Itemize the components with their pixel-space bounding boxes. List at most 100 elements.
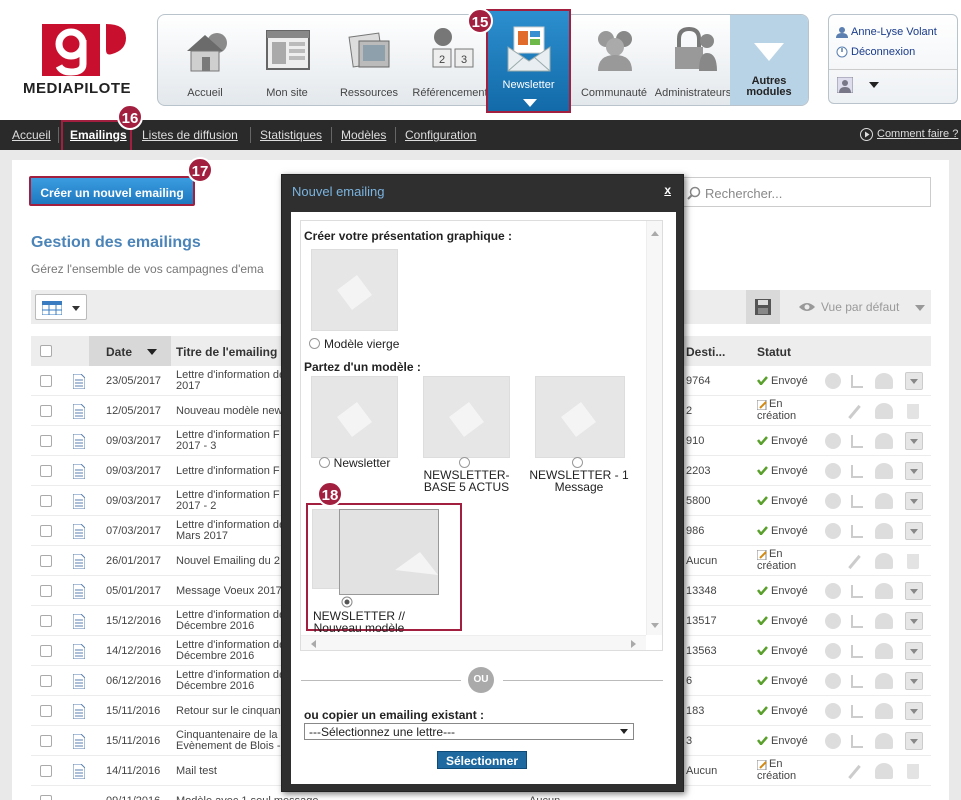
test-send-icon[interactable]	[875, 613, 893, 629]
row-title[interactable]: Nouvel Emailing du 2	[176, 555, 281, 567]
more-actions-dropdown[interactable]	[905, 492, 923, 510]
row-checkbox[interactable]	[40, 435, 52, 447]
blank-model-option[interactable]: Modèle vierge	[309, 338, 429, 350]
test-send-icon[interactable]	[875, 673, 893, 689]
row-title-line2[interactable]: 2017	[176, 380, 281, 392]
document-icon[interactable]	[72, 643, 86, 660]
model-thumbnail-base5[interactable]	[423, 376, 510, 458]
row-title-line2[interactable]: Décembre 2016	[176, 620, 281, 632]
test-send-icon[interactable]	[875, 583, 893, 599]
document-icon[interactable]	[72, 703, 86, 720]
document-icon[interactable]	[72, 673, 86, 690]
document-icon[interactable]	[72, 373, 86, 390]
document-icon[interactable]	[72, 403, 86, 420]
test-send-icon[interactable]	[875, 553, 893, 569]
row-checkbox[interactable]	[40, 495, 52, 507]
module-newsletter[interactable]: Newsletter	[486, 9, 571, 113]
gallery-horizontal-scrollbar[interactable]	[301, 635, 646, 650]
sort-desc-icon[interactable]	[147, 349, 157, 355]
edit-pencil-icon[interactable]	[848, 404, 861, 420]
nav-accueil[interactable]: Accueil	[12, 128, 51, 142]
test-send-icon[interactable]	[875, 463, 893, 479]
info-icon[interactable]	[825, 523, 841, 539]
row-title-line2[interactable]: 2017 - 2	[176, 500, 281, 512]
view-selector[interactable]: Vue par défaut	[791, 290, 931, 324]
module-communaute[interactable]: Communauté	[573, 15, 655, 107]
row-checkbox[interactable]	[40, 705, 52, 717]
stats-icon[interactable]	[851, 645, 863, 658]
row-checkbox[interactable]	[40, 555, 52, 567]
test-send-icon[interactable]	[875, 643, 893, 659]
row-title[interactable]: Retour sur le cinquan	[176, 705, 281, 717]
nav-listes-de-diffusion[interactable]: Listes de diffusion	[142, 128, 238, 142]
model-thumbnail-nouveau[interactable]	[339, 509, 439, 595]
document-icon[interactable]	[72, 583, 86, 600]
mediapilote-logo[interactable]: MEDIAPILOTE	[14, 20, 140, 106]
radio-button[interactable]	[459, 457, 470, 468]
test-send-icon[interactable]	[875, 703, 893, 719]
row-checkbox[interactable]	[40, 615, 52, 627]
template-gallery[interactable]: Créer votre présentation graphique : Mod…	[300, 220, 663, 651]
model-option-newsletter[interactable]: Newsletter	[311, 457, 398, 469]
chevron-down-icon[interactable]	[869, 82, 879, 88]
row-title-line2[interactable]: Décembre 2016	[176, 650, 281, 662]
more-actions-dropdown[interactable]	[905, 462, 923, 480]
more-actions-dropdown[interactable]	[905, 672, 923, 690]
trash-icon[interactable]	[907, 404, 919, 419]
save-view-button[interactable]	[746, 290, 780, 324]
document-icon[interactable]	[72, 553, 86, 570]
row-checkbox[interactable]	[40, 735, 52, 747]
trash-icon[interactable]	[907, 554, 919, 569]
avatar-icon[interactable]	[837, 77, 853, 93]
more-actions-dropdown[interactable]	[905, 522, 923, 540]
stats-icon[interactable]	[851, 585, 863, 598]
radio-button[interactable]	[318, 457, 330, 468]
model-thumbnail-newsletter[interactable]	[311, 376, 398, 458]
document-icon[interactable]	[72, 613, 86, 630]
test-send-icon[interactable]	[875, 403, 893, 419]
row-checkbox[interactable]	[40, 645, 52, 657]
row-checkbox[interactable]	[40, 585, 52, 597]
info-icon[interactable]	[825, 703, 841, 719]
more-actions-dropdown[interactable]	[905, 612, 923, 630]
module-administrateurs[interactable]: Administrateurs	[650, 15, 736, 107]
info-icon[interactable]	[825, 583, 841, 599]
stats-icon[interactable]	[851, 465, 863, 478]
stats-icon[interactable]	[851, 705, 863, 718]
row-title[interactable]: Message Voeux 2017	[176, 585, 281, 597]
row-title[interactable]: Mail test	[176, 765, 281, 777]
header-recipients[interactable]: Desti...	[686, 345, 725, 359]
info-icon[interactable]	[825, 673, 841, 689]
nav-modeles[interactable]: Modèles	[341, 128, 386, 142]
radio-button[interactable]	[571, 457, 583, 468]
stats-icon[interactable]	[851, 375, 863, 388]
test-send-icon[interactable]	[875, 433, 893, 449]
module-accueil[interactable]: Accueil	[164, 15, 246, 107]
row-title-line2[interactable]: Evènement de Blois -	[176, 740, 281, 752]
create-emailing-button[interactable]: Créer un nouvel emailing	[29, 176, 195, 206]
close-dialog-button[interactable]: x	[664, 183, 671, 197]
info-icon[interactable]	[825, 373, 841, 389]
stats-icon[interactable]	[851, 675, 863, 688]
trash-icon[interactable]	[907, 764, 919, 779]
row-title-line2[interactable]: Décembre 2016	[176, 680, 281, 692]
model-option-base5[interactable]: NEWSLETTER- BASE 5 ACTUS	[413, 457, 520, 493]
row-checkbox[interactable]	[40, 675, 52, 687]
row-title[interactable]: Lettre d'information F	[176, 465, 281, 477]
radio-selected[interactable]	[341, 596, 353, 608]
test-send-icon[interactable]	[875, 373, 893, 389]
stats-icon[interactable]	[851, 435, 863, 448]
more-actions-dropdown[interactable]	[905, 432, 923, 450]
stats-icon[interactable]	[851, 525, 863, 538]
module-ressources[interactable]: Ressources	[328, 15, 410, 107]
row-checkbox[interactable]	[40, 765, 52, 777]
columns-dropdown[interactable]	[35, 294, 87, 320]
radio-button[interactable]	[309, 338, 320, 349]
user-name-link[interactable]: Anne-Lyse Volant	[851, 26, 937, 38]
stats-icon[interactable]	[851, 615, 863, 628]
row-title-line2[interactable]: Mars 2017	[176, 530, 281, 542]
test-send-icon[interactable]	[875, 523, 893, 539]
test-send-icon[interactable]	[875, 763, 893, 779]
document-icon[interactable]	[72, 463, 86, 480]
info-icon[interactable]	[825, 463, 841, 479]
